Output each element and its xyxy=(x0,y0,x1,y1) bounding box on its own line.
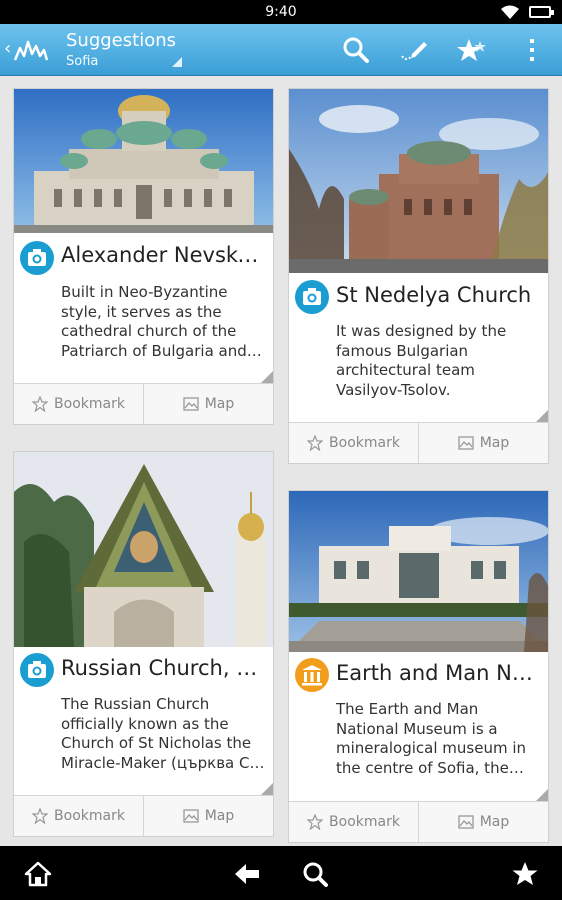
star-outline-icon xyxy=(32,396,49,412)
bookmark-button[interactable]: Bookmark xyxy=(14,384,143,424)
star-outline-icon xyxy=(32,808,49,824)
map-button[interactable]: Map xyxy=(143,796,273,836)
bookmark-label: Bookmark xyxy=(54,808,125,824)
map-button[interactable]: Map xyxy=(143,384,273,424)
place-description: It was designed by the famous Bulgarian … xyxy=(336,322,507,399)
action-bar: ‹ Suggestions Sofia xyxy=(0,24,562,76)
card-actions: Bookmark Map xyxy=(289,801,548,842)
camera-icon xyxy=(295,280,329,314)
card-corner-fold xyxy=(261,371,273,383)
bookmark-button[interactable]: Bookmark xyxy=(289,802,418,842)
map-label: Map xyxy=(479,814,510,830)
search-icon[interactable] xyxy=(301,860,329,888)
place-photo[interactable] xyxy=(289,89,548,273)
wifi-icon xyxy=(501,5,519,19)
place-card[interactable]: Alexander Nevsky Cathedral Built in Neo-… xyxy=(13,88,274,425)
place-card[interactable]: Russian Church, St Nicholas The Russian … xyxy=(13,451,274,837)
map-icon xyxy=(183,809,199,823)
map-icon xyxy=(458,436,474,450)
back-icon[interactable] xyxy=(233,860,261,888)
star-outline-icon xyxy=(307,814,324,830)
card-corner-fold xyxy=(261,783,273,795)
app-logo-icon[interactable] xyxy=(14,38,48,62)
star-outline-icon xyxy=(307,435,324,451)
back-arrow-icon[interactable]: ‹ xyxy=(4,40,11,58)
place-title[interactable]: Earth and Man National Museum xyxy=(336,661,540,685)
card-corner-fold xyxy=(536,410,548,422)
map-button[interactable]: Map xyxy=(418,802,548,842)
map-icon xyxy=(183,397,199,411)
bookmark-label: Bookmark xyxy=(54,396,125,412)
card-actions: Bookmark Map xyxy=(14,383,273,424)
bookmark-button[interactable]: Bookmark xyxy=(289,423,418,463)
museum-icon xyxy=(295,658,329,692)
edit-icon[interactable] xyxy=(398,34,430,66)
place-photo[interactable] xyxy=(14,452,273,647)
home-icon[interactable] xyxy=(24,860,52,888)
place-photo[interactable] xyxy=(289,491,548,652)
card-corner-fold xyxy=(536,789,548,801)
map-label: Map xyxy=(204,396,235,412)
card-actions: Bookmark Map xyxy=(14,795,273,836)
place-description: The Earth and Man National Museum is a m… xyxy=(336,700,527,777)
location-subtitle[interactable]: Sofia xyxy=(66,54,98,69)
place-card[interactable]: Earth and Man National Museum The Earth … xyxy=(288,490,549,843)
navigation-bar xyxy=(0,846,562,900)
place-description: The Russian Church officially known as t… xyxy=(61,695,264,772)
place-card[interactable]: St Nedelya Church It was designed by the… xyxy=(288,88,549,464)
map-label: Map xyxy=(479,435,510,451)
place-photo[interactable] xyxy=(14,89,273,233)
camera-icon xyxy=(20,241,54,275)
place-description: Built in Neo-Byzantine style, it serves … xyxy=(61,283,247,360)
map-button[interactable]: Map xyxy=(418,423,548,463)
favorites-star-icon[interactable] xyxy=(511,860,539,888)
bookmark-label: Bookmark xyxy=(329,435,400,451)
place-title[interactable]: Alexander Nevsky Cathedral xyxy=(61,243,265,267)
camera-icon xyxy=(20,653,54,687)
map-label: Map xyxy=(204,808,235,824)
bookmark-label: Bookmark xyxy=(329,814,400,830)
status-time: 9:40 xyxy=(265,4,297,20)
place-title[interactable]: St Nedelya Church xyxy=(336,283,540,307)
place-title[interactable]: Russian Church, St Nicholas xyxy=(61,656,265,680)
bookmark-button[interactable]: Bookmark xyxy=(14,796,143,836)
battery-icon xyxy=(529,6,554,18)
map-icon xyxy=(458,815,474,829)
spinner-indicator-icon xyxy=(172,57,182,67)
status-bar: 9:40 xyxy=(0,0,562,24)
page-title[interactable]: Suggestions xyxy=(66,30,176,51)
stars-icon[interactable] xyxy=(456,34,488,66)
card-actions: Bookmark Map xyxy=(289,422,548,463)
overflow-menu-icon[interactable] xyxy=(516,34,548,66)
search-icon[interactable] xyxy=(340,34,372,66)
